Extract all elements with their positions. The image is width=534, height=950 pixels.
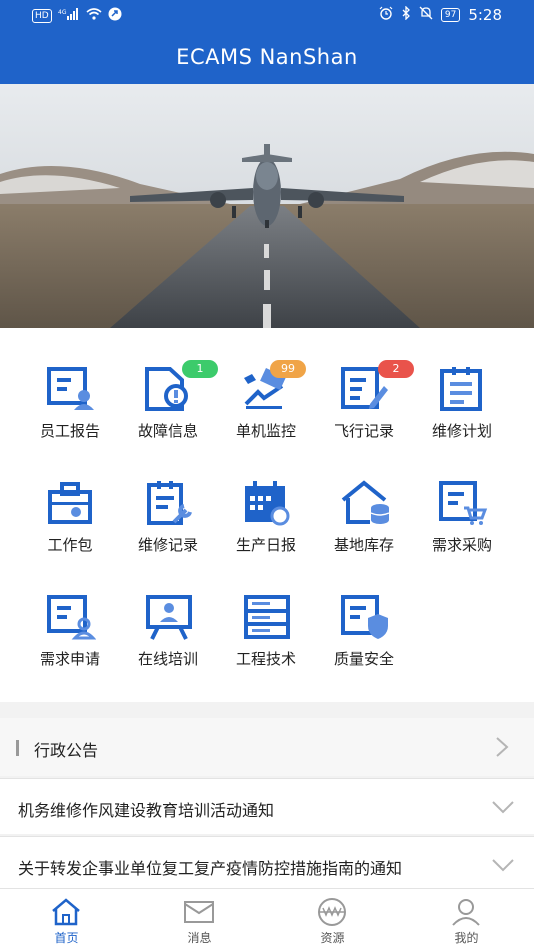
maintenance-plan-icon — [440, 367, 482, 411]
badge-count: 1 — [182, 360, 218, 378]
work-package-icon — [48, 482, 92, 524]
maintenance-record-icon — [147, 481, 192, 525]
app-title: ECAMS NanShan — [0, 32, 534, 84]
purchase-request-icon — [439, 481, 488, 525]
notice-item[interactable]: 机务维修作风建设教育培训活动通知 — [0, 778, 534, 834]
notice-item-title: 机务维修作风建设教育培训活动通知 — [18, 801, 275, 820]
grid-item-label: 工程技术 — [235, 650, 296, 668]
grid-item-base-inventory[interactable]: 基地库存 — [314, 442, 414, 554]
grid-item-label: 在线培训 — [137, 650, 198, 668]
home-icon — [52, 898, 80, 926]
alarm-icon — [379, 6, 393, 24]
message-icon — [184, 901, 214, 923]
tab-label: 我的 — [454, 931, 479, 945]
tab-home[interactable]: 首页 — [0, 889, 133, 950]
banner-image[interactable] — [0, 84, 534, 328]
resource-icon — [318, 898, 346, 926]
badge-count: 2 — [378, 360, 414, 378]
clock-time: 5:28 — [468, 6, 502, 24]
grid-item-label: 故障信息 — [137, 422, 198, 440]
employee-report-icon — [47, 367, 94, 410]
grid-item-aircraft-monitor[interactable]: 99 单机监控 — [216, 328, 316, 440]
badge-count: 99 — [270, 360, 306, 378]
quality-safety-icon — [341, 595, 388, 639]
chevron-right-icon[interactable] — [492, 736, 512, 758]
feature-grid: 员工报告 1 故障信息 99 单机监控 2 飞行记录 维修计划 工作包 维修记录… — [0, 328, 534, 702]
grid-item-label: 需求采购 — [431, 536, 492, 554]
grid-item-employee-report[interactable]: 员工报告 — [20, 328, 120, 440]
notice-item-title: 关于转发企事业单位复工复产疫情防控措施指南的通知 — [18, 859, 403, 878]
grid-item-maintenance-plan[interactable]: 维修计划 — [412, 328, 512, 440]
grid-item-purchase-request[interactable]: 需求采购 — [412, 442, 512, 554]
grid-item-maintenance-record[interactable]: 维修记录 — [118, 442, 218, 554]
grid-item-label: 单机监控 — [235, 422, 296, 440]
grid-item-quality-safety[interactable]: 质量安全 — [314, 556, 414, 668]
notice-section-title: 行政公告 — [34, 741, 99, 760]
grid-item-label: 工作包 — [47, 536, 93, 554]
grid-item-flight-record[interactable]: 2 飞行记录 — [314, 328, 414, 440]
base-inventory-icon — [341, 480, 390, 524]
wifi-icon — [86, 8, 102, 23]
grid-item-fault-info[interactable]: 1 故障信息 — [118, 328, 218, 440]
status-bar: HD 4G 97 5:28 — [0, 0, 534, 32]
grid-item-online-training[interactable]: 在线培训 — [118, 556, 218, 668]
chevron-down-icon[interactable] — [492, 799, 514, 815]
tab-messages[interactable]: 消息 — [133, 889, 266, 950]
chevron-down-icon[interactable] — [492, 857, 514, 873]
demand-application-icon — [47, 595, 96, 640]
bluetooth-icon — [401, 5, 411, 24]
tab-resources[interactable]: 资源 — [266, 889, 399, 950]
mute-icon — [419, 6, 433, 24]
grid-item-daily-report[interactable]: 生产日报 — [216, 442, 316, 554]
grid-item-label: 员工报告 — [39, 422, 100, 440]
grid-item-label: 质量安全 — [333, 650, 394, 668]
tab-profile[interactable]: 我的 — [400, 889, 533, 950]
grid-item-label: 基地库存 — [333, 536, 394, 554]
network-type: HD — [32, 8, 52, 23]
notice-item[interactable]: 关于转发企事业单位复工复产疫情防控措施指南的通知 — [0, 836, 534, 892]
status-right: 97 5:28 — [379, 5, 502, 24]
daily-report-icon — [245, 481, 290, 526]
online-training-icon — [146, 595, 192, 640]
grid-item-label: 飞行记录 — [333, 422, 394, 440]
hotspot-icon — [108, 7, 122, 24]
notice-section-header[interactable]: 行政公告 — [0, 718, 534, 776]
section-marker — [16, 740, 19, 756]
grid-item-work-package[interactable]: 工作包 — [20, 442, 120, 554]
bottom-tab-bar: 首页 消息 资源 我的 — [0, 888, 534, 950]
grid-item-label: 生产日报 — [235, 536, 296, 554]
status-left: HD 4G — [32, 7, 122, 24]
grid-item-demand-application[interactable]: 需求申请 — [20, 556, 120, 668]
svg-text:4G: 4G — [58, 9, 67, 16]
airplane-runway-illustration — [0, 84, 534, 328]
tab-label: 首页 — [54, 931, 79, 945]
grid-item-engineering-tech[interactable]: 工程技术 — [216, 556, 316, 668]
battery-level: 97 — [440, 8, 461, 22]
engineering-tech-icon — [244, 595, 290, 639]
grid-item-label: 维修计划 — [431, 422, 492, 440]
profile-icon — [452, 899, 480, 926]
grid-item-label: 需求申请 — [39, 650, 100, 668]
tab-label: 消息 — [187, 931, 212, 945]
signal-icon: 4G — [58, 8, 80, 23]
tab-label: 资源 — [320, 931, 345, 945]
grid-item-label: 维修记录 — [137, 536, 198, 554]
